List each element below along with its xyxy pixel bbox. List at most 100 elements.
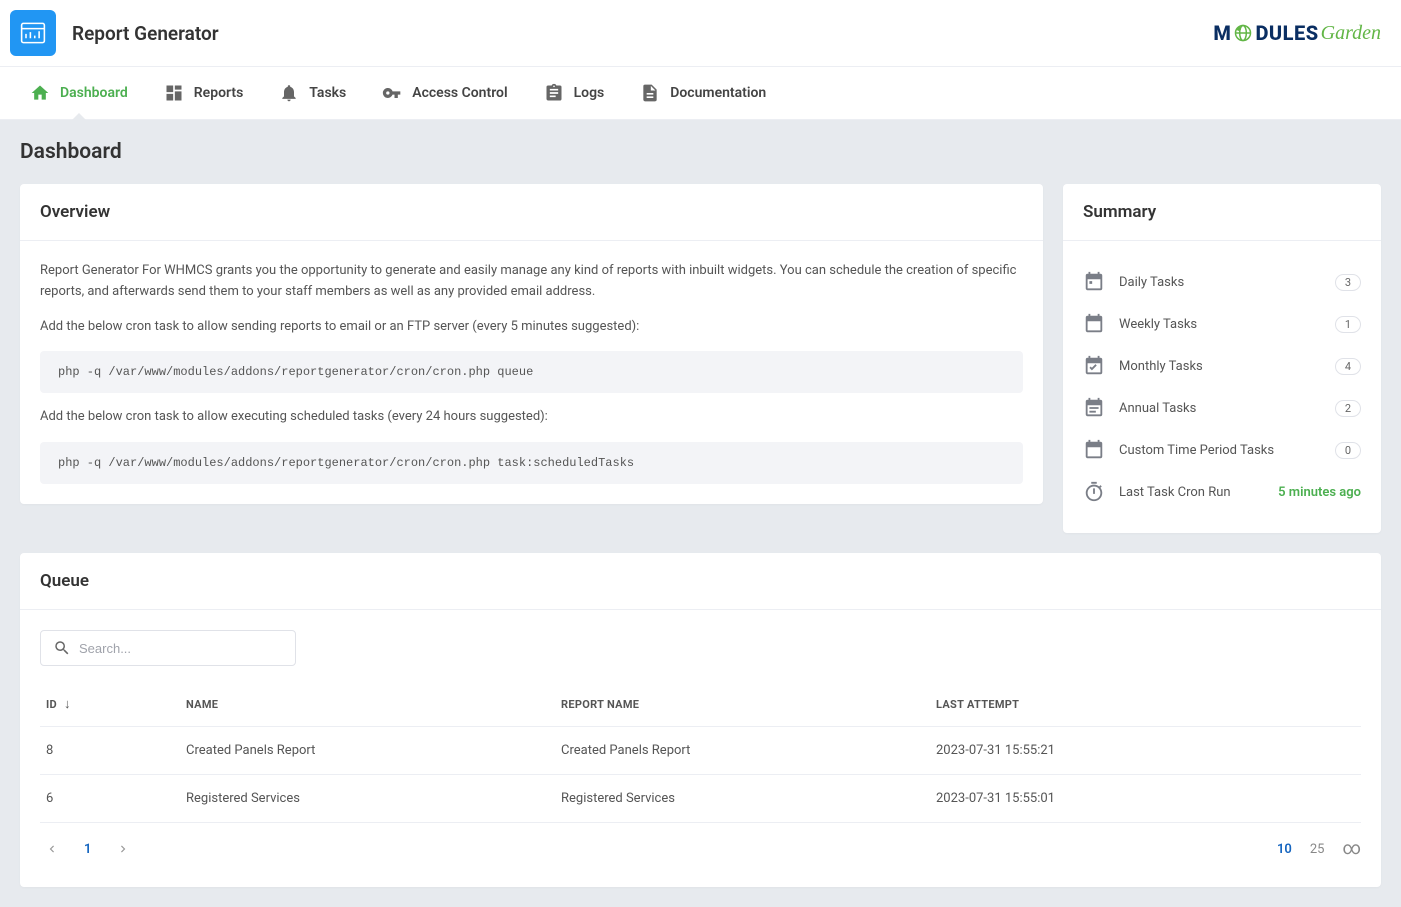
summary-item-monthly[interactable]: Monthly Tasks 4	[1083, 345, 1361, 387]
brand-logo: M DULES Garden	[1213, 21, 1381, 45]
table-row[interactable]: 6 Registered Services Registered Service…	[40, 775, 1361, 823]
sort-desc-icon: ↓	[64, 697, 71, 712]
cell-name: Registered Services	[180, 775, 555, 823]
col-attempt-header[interactable]: LAST ATTEMPT	[930, 682, 1361, 727]
pager-prev[interactable]	[40, 837, 64, 861]
summary-label: Daily Tasks	[1119, 275, 1321, 290]
nav-tasks[interactable]: Tasks	[261, 67, 364, 119]
cell-attempt: 2023-07-31 15:55:01	[930, 775, 1361, 823]
app-icon	[10, 10, 56, 56]
report-icon	[19, 19, 47, 47]
summary-item-annual[interactable]: Annual Tasks 2	[1083, 387, 1361, 429]
summary-count: 4	[1335, 358, 1361, 375]
summary-item-last-run: Last Task Cron Run 5 minutes ago	[1083, 471, 1361, 513]
col-report-header[interactable]: REPORT NAME	[555, 682, 930, 727]
col-name-header[interactable]: NAME	[180, 682, 555, 727]
pager: 1	[40, 837, 135, 861]
pager-page-1[interactable]: 1	[78, 840, 97, 859]
overview-heading: Overview	[20, 184, 1043, 241]
calendar-day-icon	[1083, 271, 1105, 293]
calendar-check-icon	[1083, 355, 1105, 377]
cell-id: 8	[40, 727, 180, 775]
page-title: Dashboard	[20, 140, 1381, 164]
nav-reports[interactable]: Reports	[146, 67, 262, 119]
bell-icon	[279, 83, 299, 103]
nav-access-control[interactable]: Access Control	[364, 67, 525, 119]
nav-label: Dashboard	[60, 85, 128, 101]
overview-cron2-cmd: php -q /var/www/modules/addons/reportgen…	[40, 442, 1023, 484]
nav-dashboard[interactable]: Dashboard	[12, 67, 146, 119]
doc-icon	[640, 83, 660, 103]
search-wrap	[40, 630, 1361, 666]
queue-heading: Queue	[20, 553, 1381, 610]
overview-intro: Report Generator For WHMCS grants you th…	[40, 261, 1023, 303]
nav-documentation[interactable]: Documentation	[622, 67, 784, 119]
summary-label: Annual Tasks	[1119, 401, 1321, 416]
summary-item-custom[interactable]: Custom Time Period Tasks 0	[1083, 429, 1361, 471]
nav-label: Reports	[194, 85, 244, 101]
queue-body: ID ↓ NAME REPORT NAME LAST ATTEMPT 8 Cre…	[20, 610, 1381, 887]
summary-item-daily[interactable]: Daily Tasks 3	[1083, 261, 1361, 303]
summary-count: 2	[1335, 400, 1361, 417]
queue-table: ID ↓ NAME REPORT NAME LAST ATTEMPT 8 Cre…	[40, 682, 1361, 823]
calendar-list-icon	[1083, 397, 1105, 419]
home-icon	[30, 83, 50, 103]
nav-label: Access Control	[412, 85, 507, 101]
overview-cron1-label: Add the below cron task to allow sending…	[40, 317, 1023, 338]
topbar-left: Report Generator	[10, 10, 219, 56]
summary-count: 3	[1335, 274, 1361, 291]
stopwatch-icon	[1083, 481, 1105, 503]
nav-label: Logs	[574, 85, 605, 101]
key-icon	[382, 83, 402, 103]
summary-label: Custom Time Period Tasks	[1119, 443, 1321, 458]
chevron-left-icon	[45, 842, 59, 856]
summary-last-run-label: Last Task Cron Run	[1119, 485, 1264, 500]
summary-item-weekly[interactable]: Weekly Tasks 1	[1083, 303, 1361, 345]
chevron-right-icon	[116, 842, 130, 856]
clipboard-icon	[544, 83, 564, 103]
topbar: Report Generator M DULES Garden	[0, 0, 1401, 67]
page-body: Dashboard Overview Report Generator For …	[0, 120, 1401, 907]
nav-label: Documentation	[670, 85, 766, 101]
main-nav: Dashboard Reports Tasks Access Control L…	[0, 67, 1401, 120]
nav-logs[interactable]: Logs	[526, 67, 623, 119]
page-size-10[interactable]: 10	[1277, 842, 1292, 857]
cell-name: Created Panels Report	[180, 727, 555, 775]
summary-body: Daily Tasks 3 Weekly Tasks 1 Monthly Tas…	[1063, 241, 1381, 533]
page-size-all[interactable]: ∞	[1342, 840, 1361, 858]
top-row: Overview Report Generator For WHMCS gran…	[20, 184, 1381, 533]
overview-card: Overview Report Generator For WHMCS gran…	[20, 184, 1043, 504]
table-row[interactable]: 8 Created Panels Report Created Panels R…	[40, 727, 1361, 775]
cell-report: Registered Services	[555, 775, 930, 823]
summary-card: Summary Daily Tasks 3 Weekly Tasks 1	[1063, 184, 1381, 533]
summary-label: Monthly Tasks	[1119, 359, 1321, 374]
search-box[interactable]	[40, 630, 296, 666]
summary-count: 0	[1335, 442, 1361, 459]
search-input[interactable]	[79, 641, 285, 656]
search-icon	[53, 639, 71, 657]
table-footer: 1 10 25 ∞	[40, 823, 1361, 867]
nav-label: Tasks	[309, 85, 346, 101]
col-id-label: ID	[46, 698, 57, 711]
summary-label: Weekly Tasks	[1119, 317, 1321, 332]
brand-part2: DULES	[1255, 21, 1318, 45]
table-header-row: ID ↓ NAME REPORT NAME LAST ATTEMPT	[40, 682, 1361, 727]
queue-card: Queue ID ↓ NAME REPORT NAME	[20, 553, 1381, 887]
widgets-icon	[164, 83, 184, 103]
overview-cron2-label: Add the below cron task to allow executi…	[40, 407, 1023, 428]
summary-heading: Summary	[1063, 184, 1381, 241]
summary-list: Daily Tasks 3 Weekly Tasks 1 Monthly Tas…	[1083, 261, 1361, 513]
col-id-header[interactable]: ID ↓	[40, 682, 180, 727]
summary-count: 1	[1335, 316, 1361, 333]
brand-part3: Garden	[1321, 22, 1381, 45]
pager-next[interactable]	[111, 837, 135, 861]
overview-body: Report Generator For WHMCS grants you th…	[20, 241, 1043, 504]
calendar-icon	[1083, 313, 1105, 335]
page-size-25[interactable]: 25	[1310, 842, 1325, 857]
globe-icon	[1233, 23, 1253, 43]
calendar-icon	[1083, 439, 1105, 461]
page-size: 10 25 ∞	[1277, 840, 1361, 858]
overview-cron1-cmd: php -q /var/www/modules/addons/reportgen…	[40, 351, 1023, 393]
summary-last-run-value: 5 minutes ago	[1278, 485, 1361, 500]
brand-part1: M	[1213, 21, 1231, 45]
